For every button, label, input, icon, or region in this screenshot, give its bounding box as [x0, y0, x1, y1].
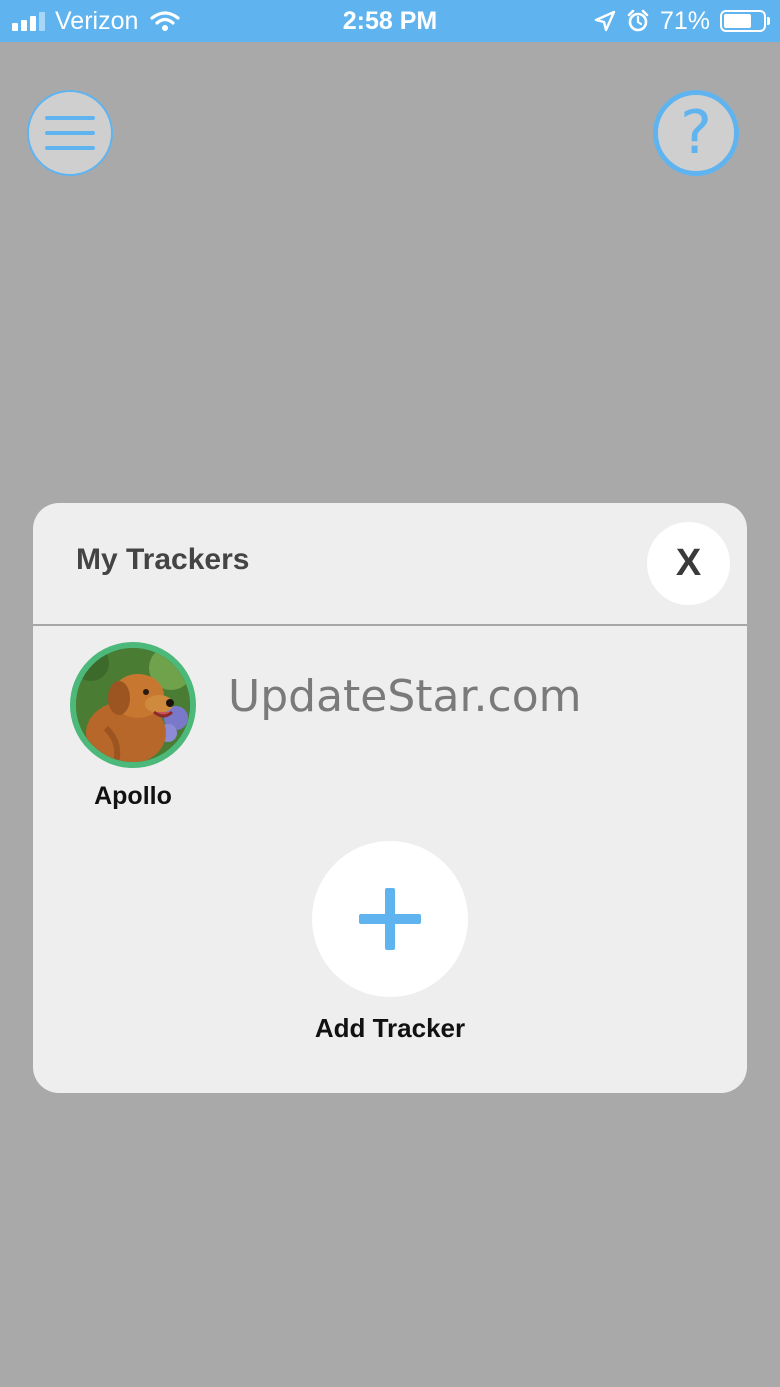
- svg-text:?: ?: [680, 98, 712, 168]
- hamburger-menu-icon: [45, 116, 95, 150]
- tracker-avatar[interactable]: [70, 642, 196, 768]
- status-right: 71%: [594, 0, 770, 42]
- watermark-text: UpdateStar.com: [228, 671, 582, 722]
- help-button[interactable]: ?: [653, 90, 739, 176]
- battery-fill: [724, 14, 751, 28]
- panel-header: My Trackers X: [33, 503, 747, 626]
- my-trackers-panel: My Trackers X Apollo UpdateStar.com Add …: [33, 503, 747, 1093]
- alarm-icon: [627, 9, 649, 32]
- battery-icon: [720, 10, 770, 32]
- panel-title: My Trackers: [76, 543, 250, 576]
- add-tracker-button[interactable]: [312, 841, 468, 997]
- battery-percent: 71%: [659, 6, 710, 35]
- tracker-name: Apollo: [94, 782, 172, 810]
- dog-photo: [76, 648, 190, 762]
- question-mark-icon: ?: [680, 98, 712, 168]
- location-arrow-icon: [594, 10, 616, 32]
- close-button[interactable]: X: [647, 522, 730, 605]
- menu-button[interactable]: [27, 90, 113, 176]
- plus-icon: [359, 888, 421, 950]
- tracker-item-apollo[interactable]: Apollo: [70, 642, 196, 811]
- add-tracker-label: Add Tracker: [314, 1013, 466, 1043]
- status-bar: Verizon 2:58 PM 71%: [0, 0, 780, 42]
